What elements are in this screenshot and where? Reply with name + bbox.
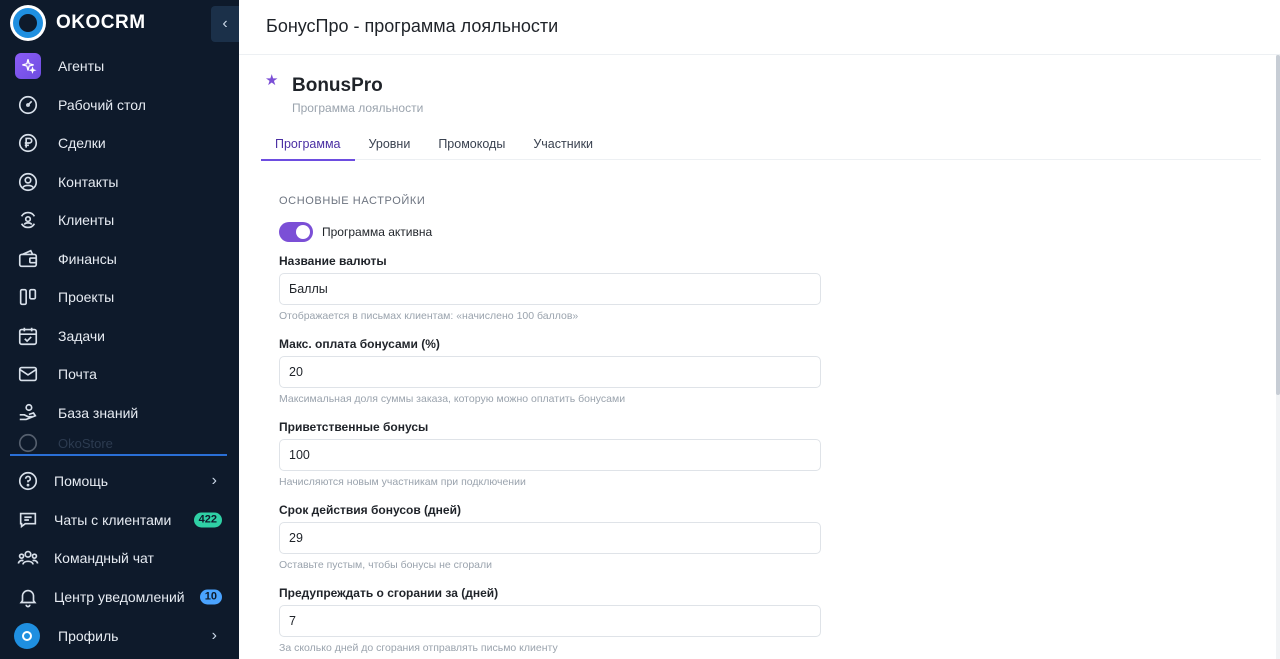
collapse-sidebar-button[interactable]: ‹ <box>211 6 239 42</box>
sidebar-item-tasks[interactable]: Задачи <box>0 317 239 356</box>
sidebar-item-label: Контакты <box>58 173 119 190</box>
tab-participants[interactable]: Участники <box>519 130 607 160</box>
chevron-right-icon: › <box>211 626 217 644</box>
sidebar: OKOCRM ‹ Агенты Рабочий стол Сделки Конт… <box>0 0 239 659</box>
sidebar-item-label: Помощь <box>54 473 109 490</box>
sidebar-item-label: База знаний <box>58 404 139 421</box>
max-bonus-payment-input[interactable] <box>279 356 821 388</box>
sidebar-divider <box>10 454 227 456</box>
calendar-check-icon <box>16 324 40 348</box>
currency-name-hint: Отображается в письмах клиентам: «начисл… <box>279 310 579 322</box>
sidebar-item-label: Агенты <box>58 58 105 75</box>
sparkle-icon <box>15 53 41 80</box>
settings-card: ОСНОВНЫЕ НАСТРОЙКИ Программа активна Наз… <box>261 177 859 659</box>
bonus-expiry-hint: Оставьте пустым, чтобы бонусы не сгорали <box>279 559 492 571</box>
page-title: БонусПро - программа лояльности <box>266 16 559 36</box>
expiry-warning-input[interactable] <box>279 605 821 637</box>
logo-icon <box>10 5 46 41</box>
tab-promocodes[interactable]: Промокоды <box>424 130 519 160</box>
kanban-icon <box>16 285 40 309</box>
welcome-bonus-input[interactable] <box>279 439 821 471</box>
profile-icon <box>14 622 40 649</box>
toggle-label: Программа активна <box>322 225 433 239</box>
page-scrollbar[interactable] <box>1276 55 1280 659</box>
bonus-expiry-input[interactable] <box>279 522 821 554</box>
sidebar-item-label: Финансы <box>58 250 117 267</box>
sidebar-item-label: Командный чат <box>54 550 154 567</box>
brand-name: OKOCRM <box>56 12 146 33</box>
team-icon <box>16 546 40 570</box>
sidebar-item-label: Клиенты <box>58 212 115 229</box>
module-subtitle: Программа лояльности <box>292 101 424 115</box>
ruble-icon <box>16 131 40 155</box>
currency-name-input[interactable] <box>279 273 821 305</box>
chat-count-badge: 422 <box>193 512 222 528</box>
mail-icon <box>16 362 40 386</box>
chat-icon <box>16 508 40 532</box>
sidebar-item-label: Чаты с клиентами <box>54 511 172 528</box>
chevron-left-icon: ‹ <box>222 15 228 32</box>
sidebar-item-notifications[interactable]: Центр уведомлений 10 <box>0 578 239 617</box>
sidebar-item-projects[interactable]: Проекты <box>0 278 239 317</box>
sidebar-item-label: Профиль <box>58 627 119 644</box>
bell-icon <box>16 585 40 609</box>
brand[interactable]: OKOCRM <box>10 5 146 41</box>
knowledge-icon <box>16 401 40 425</box>
sidebar-item-team-chat[interactable]: Командный чат <box>0 539 239 578</box>
welcome-bonus-label: Приветственные бонусы <box>279 420 429 434</box>
client-icon <box>16 208 40 232</box>
max-bonus-payment-label: Макс. оплата бонусами (%) <box>279 337 440 351</box>
wallet-icon <box>16 247 40 271</box>
program-active-row: Программа активна <box>279 222 432 242</box>
sidebar-item-mail[interactable]: Почта <box>0 355 239 394</box>
bottom-nav: Помощь › Чаты с клиентами 422 Командный … <box>0 462 239 655</box>
sidebar-item-agents[interactable]: Агенты <box>0 47 239 86</box>
sidebar-item-okostore[interactable]: OkoStore <box>0 432 239 454</box>
sidebar-item-clients[interactable]: Клиенты <box>0 201 239 240</box>
sidebar-item-dashboard[interactable]: Рабочий стол <box>0 86 239 125</box>
module-name: BonusPro <box>292 75 383 96</box>
sidebar-item-knowledge[interactable]: База знаний <box>0 394 239 433</box>
main-content: ★ BonusPro Программа лояльности Программ… <box>239 55 1276 659</box>
gauge-icon <box>16 93 40 117</box>
help-icon <box>16 469 40 493</box>
sidebar-item-help[interactable]: Помощь › <box>0 462 239 501</box>
scrollbar-thumb[interactable] <box>1276 55 1280 395</box>
sidebar-item-label: OkoStore <box>58 435 113 451</box>
expiry-warning-label: Предупреждать о сгорании за (дней) <box>279 586 499 600</box>
user-circle-icon <box>16 170 40 194</box>
sidebar-item-contacts[interactable]: Контакты <box>0 163 239 202</box>
expiry-warning-hint: За сколько дней до сгорания отправлять п… <box>279 642 558 654</box>
star-icon: ★ <box>265 72 279 89</box>
sidebar-item-client-chats[interactable]: Чаты с клиентами 422 <box>0 501 239 540</box>
sidebar-item-finance[interactable]: Финансы <box>0 240 239 279</box>
welcome-bonus-hint: Начисляются новым участникам при подключ… <box>279 476 526 488</box>
sidebar-item-deals[interactable]: Сделки <box>0 124 239 163</box>
tab-program[interactable]: Программа <box>261 130 355 161</box>
tabs: Программа Уровни Промокоды Участники <box>261 130 1261 161</box>
sidebar-item-label: Сделки <box>58 135 106 152</box>
tab-levels[interactable]: Уровни <box>355 130 425 160</box>
sidebar-item-label: Задачи <box>58 327 106 344</box>
chevron-right-icon: › <box>211 472 217 490</box>
bonus-expiry-label: Срок действия бонусов (дней) <box>279 503 461 517</box>
max-bonus-payment-hint: Максимальная доля суммы заказа, которую … <box>279 393 626 405</box>
program-active-toggle[interactable] <box>279 222 313 242</box>
sidebar-item-label: Рабочий стол <box>58 96 146 113</box>
store-icon <box>16 432 40 454</box>
page-header: БонусПро - программа лояльности <box>239 0 1280 55</box>
section-title: ОСНОВНЫЕ НАСТРОЙКИ <box>279 195 426 207</box>
sidebar-item-label: Почта <box>58 366 97 383</box>
sidebar-item-profile[interactable]: Профиль › <box>0 616 239 655</box>
sidebar-item-label: Центр уведомлений <box>54 589 185 606</box>
sidebar-item-label: Проекты <box>58 289 115 306</box>
currency-name-label: Название валюты <box>279 254 387 268</box>
main-nav: Агенты Рабочий стол Сделки Контакты Клие… <box>0 47 239 454</box>
notification-count-badge: 10 <box>199 589 222 605</box>
